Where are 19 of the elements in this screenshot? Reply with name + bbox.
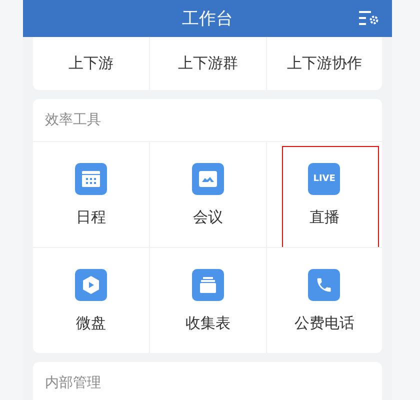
app-label[interactable]: 直播 <box>309 208 340 226</box>
meeting-icon <box>192 162 224 194</box>
section-title: 效率工具 <box>44 111 102 130</box>
app-label[interactable]: 微盘 <box>76 314 106 332</box>
drive-icon <box>75 268 108 300</box>
section-title: 内部管理 <box>44 374 102 393</box>
live-icon: LIVE <box>308 162 340 194</box>
app-label[interactable]: 会议 <box>192 208 223 226</box>
tray-icon <box>192 268 224 300</box>
app-label[interactable]: 收集表 <box>185 314 230 332</box>
app-label[interactable]: 日程 <box>76 208 106 226</box>
app-label[interactable]: 上下游协作 <box>286 54 362 73</box>
app-label[interactable]: 公费电话 <box>294 314 354 332</box>
phone-icon <box>308 268 340 300</box>
settings-button[interactable] <box>358 8 380 28</box>
page-title: 工作台 <box>182 8 233 30</box>
calendar-icon <box>75 162 108 194</box>
app-label[interactable]: 上下游群 <box>178 54 238 73</box>
app-label[interactable]: 上下游 <box>68 54 114 73</box>
